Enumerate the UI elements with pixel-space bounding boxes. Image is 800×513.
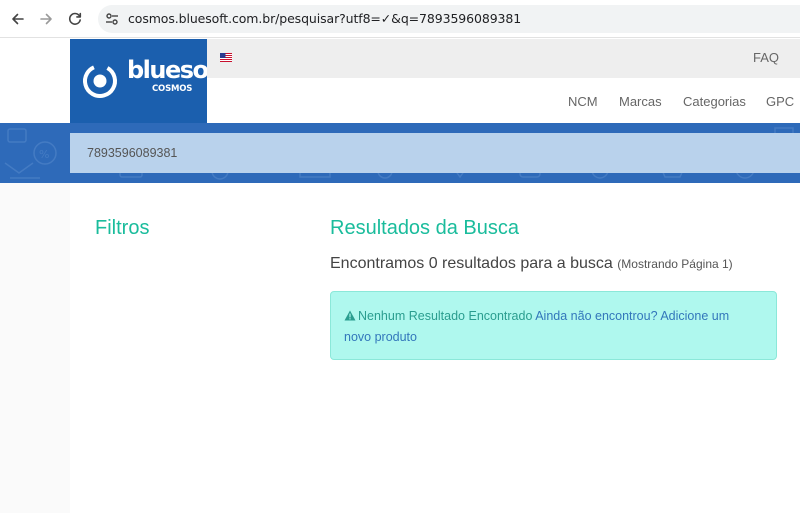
search-input-value: 7893596089381	[87, 146, 178, 160]
no-results-alert: Nenhum Resultado Encontrado Ainda não en…	[330, 291, 777, 360]
arrow-right-icon[interactable]	[36, 9, 56, 29]
svg-text:%: %	[39, 148, 49, 161]
menu-item-categorias[interactable]: Categorias	[683, 94, 746, 109]
menu-item-marcas[interactable]: Marcas	[619, 94, 662, 109]
search-input[interactable]	[70, 133, 800, 173]
reload-icon[interactable]	[65, 9, 85, 29]
results-title: Resultados da Busca	[330, 217, 520, 239]
faq-link[interactable]: FAQ	[753, 50, 779, 65]
results-page-indicator: (Mostrando Página 1)	[617, 257, 733, 271]
browser-toolbar: cosmos.bluesoft.com.br/pesquisar?utf8=✓&…	[0, 0, 800, 38]
alert-message: Nenhum Resultado Encontrado	[358, 309, 533, 323]
results-count: Encontramos 0 resultados para a busca (M…	[330, 255, 733, 273]
filters-title: Filtros	[95, 217, 150, 239]
logo-mark-icon	[83, 64, 117, 98]
logo-subtitle: COSMOS	[152, 84, 193, 94]
menu-item-ncm[interactable]: NCM	[568, 94, 598, 109]
top-utility-bar	[207, 39, 800, 78]
menu-item-gpc[interactable]: GPC	[766, 94, 794, 109]
tune-icon[interactable]	[104, 11, 120, 27]
page-gutter	[0, 183, 70, 513]
results-count-text: Encontramos 0 resultados para a busca	[330, 255, 613, 272]
us-flag-icon[interactable]	[220, 53, 232, 62]
warning-icon	[344, 310, 356, 321]
url-text[interactable]: cosmos.bluesoft.com.br/pesquisar?utf8=✓&…	[128, 11, 521, 26]
arrow-left-icon[interactable]	[8, 9, 28, 29]
